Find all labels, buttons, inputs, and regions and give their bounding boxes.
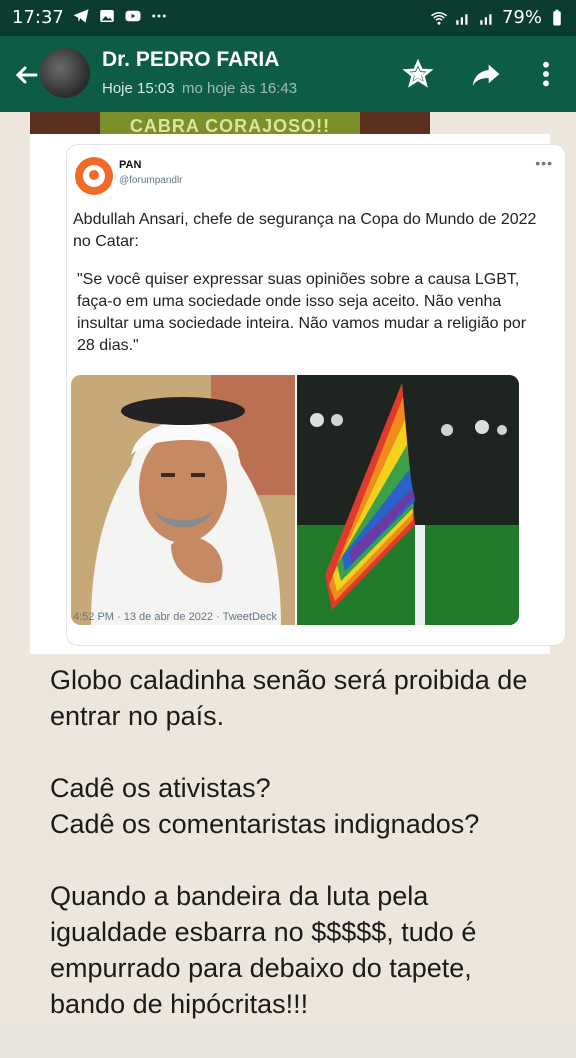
battery-icon xyxy=(553,9,561,25)
tweet-quote: "Se você quiser expressar suas opiniões … xyxy=(77,271,527,354)
signal-icon xyxy=(480,13,492,25)
cropped-image-strip: CABRA CORAJOSO!! xyxy=(30,112,430,134)
pan-logo-icon xyxy=(75,157,113,195)
portrait-photo xyxy=(71,375,295,625)
banner-text: CABRA CORAJOSO!! xyxy=(100,112,360,134)
chat-header: Dr. PEDRO FARIA visto por último hoje às… xyxy=(0,36,576,112)
message-text: Globo caladinha senão será proibida de e… xyxy=(50,662,550,1058)
tweet-more-icon: ••• xyxy=(535,155,553,171)
signal-icon xyxy=(456,13,468,25)
forward-icon[interactable] xyxy=(470,58,502,90)
back-arrow-icon[interactable] xyxy=(10,58,44,92)
tweet-card: PAN @forumpandlr ••• Abdullah Ansari, ch… xyxy=(66,144,566,646)
gallery-icon xyxy=(100,10,114,22)
message-paragraph-1: Globo caladinha senão será proibida de e… xyxy=(50,665,528,731)
youtube-icon xyxy=(125,10,141,22)
more-vert-icon[interactable] xyxy=(530,58,562,90)
star-icon[interactable] xyxy=(402,58,434,90)
message-paragraph-3: Quando a bandeira da luta pela igualdade… xyxy=(50,881,477,1019)
rainbow-flag-illustration xyxy=(297,375,519,625)
status-notification-icons xyxy=(72,7,168,25)
tweet-footer: 4:52 PM · 13 de abr de 2022 · TweetDeck xyxy=(73,611,278,623)
tweet-text: Abdullah Ansari, chefe de segurança na C… xyxy=(73,209,543,373)
contact-name[interactable]: Dr. PEDRO FARIA xyxy=(102,48,279,72)
battery-percent: 79% xyxy=(501,7,542,28)
telegram-icon xyxy=(73,9,89,23)
header-subtitle: visto por último hoje às 16:43 Hoje 15:0… xyxy=(102,80,297,97)
message-line: Cadê os comentaristas indignados? xyxy=(50,809,480,839)
tweet-media xyxy=(71,375,519,625)
rainbow-flag-photo xyxy=(297,375,519,625)
message-date: Hoje 15:03 xyxy=(102,80,181,97)
contact-avatar[interactable] xyxy=(40,48,90,98)
chat-area: CABRA CORAJOSO!! PAN @forumpandlr ••• Ab… xyxy=(0,112,576,1024)
tweet-account-name: PAN xyxy=(119,159,142,171)
message-paragraph-2: Cadê os ativistas? Cadê os comentaristas… xyxy=(50,770,550,842)
status-bar: 17:37 79% xyxy=(0,0,576,36)
tweet-intro: Abdullah Ansari, chefe de segurança na C… xyxy=(73,211,537,250)
message-line: Cadê os ativistas? xyxy=(50,773,271,803)
wifi-icon xyxy=(431,11,447,25)
shared-image[interactable]: PAN @forumpandlr ••• Abdullah Ansari, ch… xyxy=(30,134,566,654)
tweet-account-handle: @forumpandlr xyxy=(119,175,183,186)
status-time: 17:37 xyxy=(12,7,64,28)
status-system-icons: 79% xyxy=(430,7,566,28)
more-dots-icon xyxy=(152,14,166,18)
man-portrait-illustration xyxy=(71,375,295,625)
